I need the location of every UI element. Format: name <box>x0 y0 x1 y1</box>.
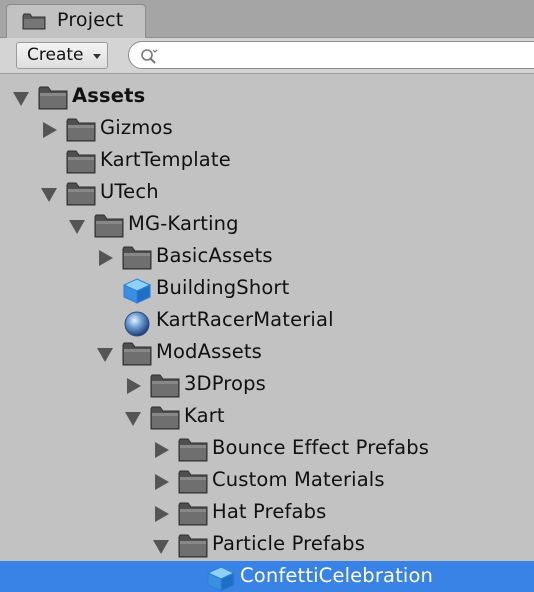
tree-row[interactable]: Custom Materials <box>0 465 534 497</box>
expanded-arrow-icon[interactable] <box>124 409 142 427</box>
tree-item-label: Kart <box>184 404 225 427</box>
folder-icon <box>66 182 96 206</box>
folder-icon <box>178 438 208 462</box>
prefab-cube-icon <box>206 566 236 592</box>
tree-row[interactable]: UTech <box>0 177 534 209</box>
tree-row[interactable]: Bounce Effect Prefabs <box>0 433 534 465</box>
tree-item-label: Custom Materials <box>212 468 385 491</box>
toolbar: Create <box>0 38 534 74</box>
create-button-label: Create <box>27 45 84 65</box>
collapsed-arrow-icon[interactable] <box>40 121 58 139</box>
expanded-arrow-icon[interactable] <box>12 89 30 107</box>
tree-item-label: Gizmos <box>100 116 173 139</box>
tree-row[interactable]: 3DProps <box>0 369 534 401</box>
folder-icon <box>38 86 68 110</box>
expanded-arrow-icon[interactable] <box>152 537 170 555</box>
tree-item-label: 3DProps <box>184 372 266 395</box>
dropdown-caret-icon <box>93 54 101 59</box>
folder-icon <box>22 13 46 30</box>
folder-icon <box>94 214 124 238</box>
folder-icon <box>66 118 96 142</box>
folder-icon <box>150 406 180 430</box>
search-field[interactable] <box>128 41 534 69</box>
tab-strip: Project <box>0 0 534 39</box>
folder-icon <box>178 534 208 558</box>
tree-item-label: Hat Prefabs <box>212 500 327 523</box>
tree-item-label: BasicAssets <box>156 244 273 267</box>
expanded-arrow-icon[interactable] <box>68 217 86 235</box>
folder-icon <box>178 470 208 494</box>
tree-row[interactable]: Hat Prefabs <box>0 497 534 529</box>
tree-row[interactable]: Particle Prefabs <box>0 529 534 561</box>
tree-item-label: MG-Karting <box>128 212 239 235</box>
collapsed-arrow-icon[interactable] <box>152 505 170 523</box>
prefab-cube-icon <box>122 278 152 304</box>
create-button[interactable]: Create <box>16 42 108 69</box>
expanded-arrow-icon[interactable] <box>96 345 114 363</box>
tree-row[interactable]: BuildingShort <box>0 273 534 305</box>
tree-row[interactable]: Kart <box>0 401 534 433</box>
tree-row[interactable]: KartTemplate <box>0 145 534 177</box>
tab-project[interactable]: Project <box>6 4 146 39</box>
tab-label: Project <box>57 9 124 31</box>
tree-row[interactable]: BasicAssets <box>0 241 534 273</box>
tree-item-label: UTech <box>100 180 159 203</box>
collapsed-arrow-icon[interactable] <box>152 441 170 459</box>
collapsed-arrow-icon[interactable] <box>96 249 114 267</box>
material-sphere-icon <box>122 310 152 337</box>
tree-row[interactable]: Assets <box>0 81 534 113</box>
tree-row[interactable]: ConfettiCelebration <box>0 561 534 592</box>
folder-icon <box>122 342 152 366</box>
folder-icon <box>178 502 208 526</box>
folder-icon <box>66 150 96 174</box>
tree-item-label: KartTemplate <box>100 148 231 171</box>
search-input[interactable] <box>161 44 521 66</box>
tree-item-label: Particle Prefabs <box>212 532 366 555</box>
tree-item-label: Bounce Effect Prefabs <box>212 436 430 459</box>
tree-row[interactable]: Gizmos <box>0 113 534 145</box>
tree-item-label: KartRacerMaterial <box>156 308 334 331</box>
expanded-arrow-icon[interactable] <box>40 185 58 203</box>
folder-icon <box>122 246 152 270</box>
tree-row[interactable]: KartRacerMaterial <box>0 305 534 337</box>
tree-item-label: ModAssets <box>156 340 262 363</box>
search-icon <box>139 46 159 66</box>
project-tree: Assets Gizmos KartTemplate UTech MG-Karting B… <box>0 81 534 592</box>
tree-row[interactable]: MG-Karting <box>0 209 534 241</box>
tree-item-label: BuildingShort <box>156 276 290 299</box>
collapsed-arrow-icon[interactable] <box>124 377 142 395</box>
tree-row[interactable]: ModAssets <box>0 337 534 369</box>
tree-item-label: ConfettiCelebration <box>240 564 434 587</box>
tree-item-label: Assets <box>72 84 146 107</box>
collapsed-arrow-icon[interactable] <box>152 473 170 491</box>
folder-icon <box>150 374 180 398</box>
